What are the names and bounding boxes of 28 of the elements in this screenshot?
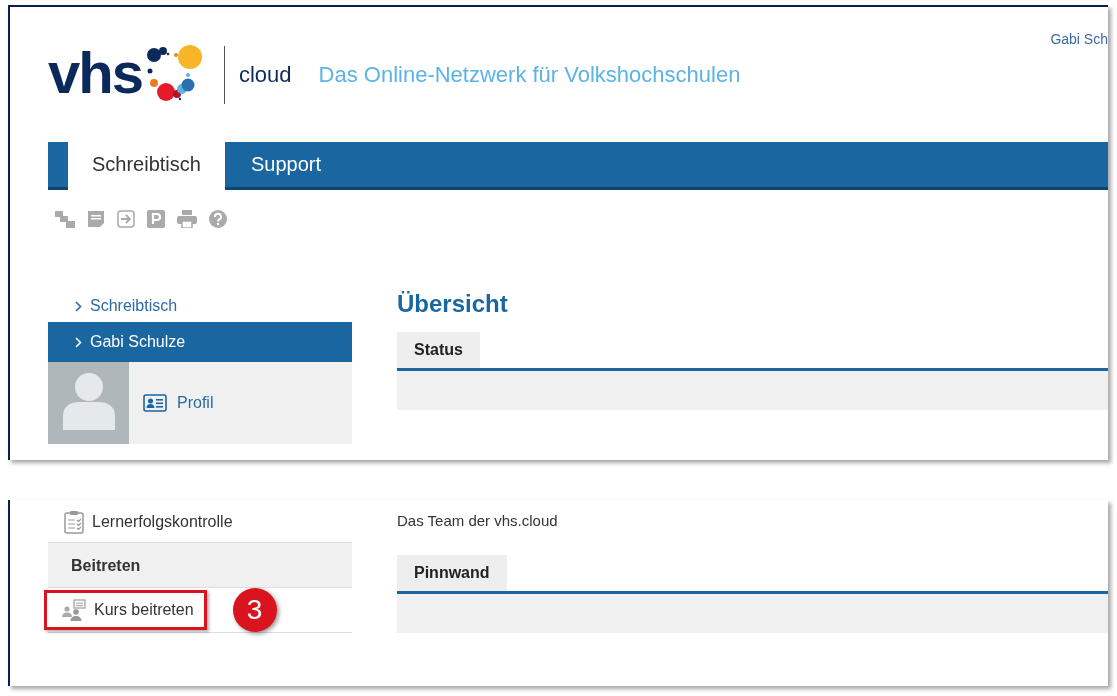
sidebar-heading: Beitreten — [48, 542, 352, 588]
product-name: cloud — [238, 61, 292, 88]
sidebar-item[interactable]: Gabi Schulze — [48, 322, 352, 362]
print-icon[interactable] — [177, 209, 197, 228]
id-card-icon — [143, 394, 167, 412]
windows-icon[interactable] — [55, 209, 75, 228]
tagline: Das Online-Netzwerk für Volkshochschulen — [318, 61, 741, 88]
enter-icon[interactable] — [117, 209, 135, 228]
nav-tab[interactable]: Support — [224, 142, 347, 187]
clipboard-icon — [64, 510, 84, 534]
sidebar-link[interactable]: Lernerfolgskontrolle — [50, 502, 245, 542]
chevron-icon — [75, 336, 82, 348]
sign-off-text: Das Team der vhs.cloud — [397, 512, 559, 531]
page-title: Übersicht — [397, 290, 509, 319]
parking-icon[interactable] — [147, 209, 165, 228]
status-tab[interactable]: Status — [397, 332, 480, 368]
chevron-icon — [75, 300, 82, 312]
note-icon[interactable] — [87, 209, 105, 228]
group-icon — [62, 599, 86, 621]
user-link[interactable]: Gabi Sch — [1050, 31, 1108, 47]
pinboard-tab[interactable]: Pinnwand — [397, 555, 507, 591]
sidebar-item[interactable]: Schreibtisch — [48, 290, 352, 322]
logo: vhs — [48, 43, 210, 102]
step-number-badge: 3 — [232, 588, 277, 632]
sidebar-link[interactable]: Kurs beitreten — [44, 590, 207, 630]
profile-link[interactable]: Profil — [129, 362, 214, 444]
help-icon[interactable] — [209, 209, 227, 228]
nav-tab[interactable]: Schreibtisch — [68, 142, 225, 190]
